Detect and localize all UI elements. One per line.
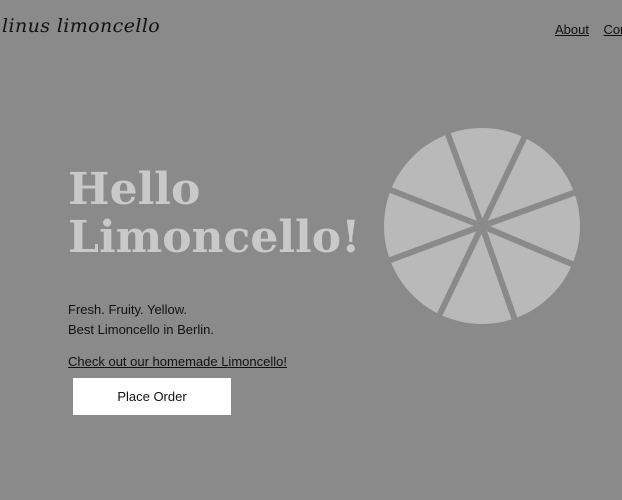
hero-title-line1: Hello xyxy=(68,164,201,215)
hero-title-line2: Limoncello! xyxy=(68,212,361,263)
main-nav: About Cont xyxy=(555,21,622,39)
page: linus limoncello About Cont Hello Limonc… xyxy=(0,0,622,500)
site-logo[interactable]: linus limoncello xyxy=(2,15,160,37)
hero-tagline: Fresh. Fruity. Yellow. Best Limoncello i… xyxy=(68,300,214,340)
hero-title: Hello Limoncello! xyxy=(68,166,360,262)
nav-link-contact[interactable]: Cont xyxy=(603,22,622,37)
homemade-limoncello-link[interactable]: Check out our homemade Limoncello! xyxy=(68,354,287,369)
place-order-button[interactable]: Place Order xyxy=(73,378,231,415)
nav-link-about[interactable]: About xyxy=(555,22,589,37)
tagline-line1: Fresh. Fruity. Yellow. xyxy=(68,302,187,317)
lemon-slice-icon xyxy=(383,127,581,324)
tagline-line2: Best Limoncello in Berlin. xyxy=(68,322,214,337)
